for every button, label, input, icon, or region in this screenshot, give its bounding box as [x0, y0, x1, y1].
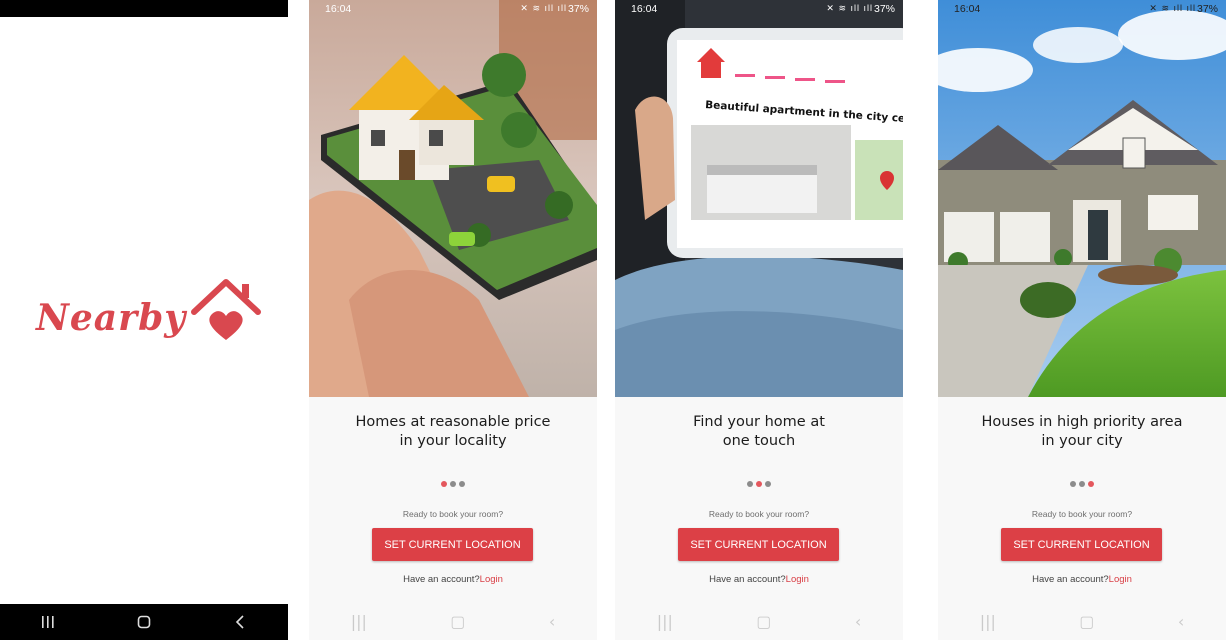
battery-level: 37% [1196, 3, 1218, 15]
back-icon[interactable] [228, 610, 252, 634]
login-link[interactable]: Login [480, 574, 503, 585]
onboarding-screen-3: 16:04 ✕ ≋ ıll ıll 37% Houses in high pri… [938, 0, 1226, 640]
back-icon: ‹ [854, 612, 862, 631]
recent-apps-icon: ||| [979, 612, 996, 631]
title-line-1: Houses in high priority area [981, 414, 1183, 430]
page-dot-2[interactable] [756, 481, 762, 487]
page-dot-1[interactable] [747, 481, 753, 487]
account-text: Have an account? [709, 574, 786, 585]
page-dot-3[interactable] [1088, 481, 1094, 487]
status-bar: 16:04 ✕ ≋ ıll ıll 37% [938, 0, 1226, 18]
account-prompt: Have an account?Login [938, 574, 1226, 585]
house-on-phone-image [309, 0, 597, 397]
status-bar: 16:04 ✕ ≋ ıll ıll 37% [615, 0, 903, 18]
signal-icons: ✕ ≋ ıll ıll [1149, 3, 1196, 13]
recent-apps-icon[interactable] [36, 610, 60, 634]
navigation-bar [0, 604, 288, 640]
set-current-location-button[interactable]: SET CURRENT LOCATION [678, 528, 839, 561]
home-icon: ▢ [1079, 612, 1095, 631]
house-heart-icon [191, 279, 262, 340]
status-bar [0, 0, 288, 17]
status-time: 16:04 [954, 3, 981, 15]
page-dot-1[interactable] [1070, 481, 1076, 487]
navigation-bar-ghost: ||| ▢ ‹ [938, 612, 1226, 631]
page-dot-2[interactable] [1079, 481, 1085, 487]
status-time: 16:04 [325, 3, 352, 15]
home-icon[interactable] [132, 610, 156, 634]
tablet-apartment-image: Beautiful apartment in the city centre [615, 0, 903, 397]
page-indicator [615, 481, 903, 487]
recent-apps-icon: ||| [350, 612, 367, 631]
ready-prompt: Ready to book your room? [708, 509, 810, 519]
status-time: 16:04 [631, 3, 658, 15]
back-icon: ‹ [548, 612, 556, 631]
recent-apps-icon: ||| [656, 612, 673, 631]
account-text: Have an account? [403, 574, 480, 585]
page-dot-2[interactable] [450, 481, 456, 487]
account-prompt: Have an account?Login [615, 574, 903, 585]
account-text: Have an account? [1032, 574, 1109, 585]
ready-prompt: Ready to book your room? [1031, 509, 1133, 519]
onboarding-screen-2: Beautiful apartment in the city centre 1… [615, 0, 903, 640]
ready-prompt: Ready to book your room? [402, 509, 504, 519]
title-line-2: in your locality [399, 433, 507, 449]
title-line-1: Find your home at [693, 414, 825, 430]
house-exterior-image [938, 0, 1226, 397]
home-icon: ▢ [450, 612, 466, 631]
onboarding-screen-1: 16:04 ✕ ≋ ıll ıll 37% Homes at reasonabl… [309, 0, 597, 640]
onboarding-title: Houses in high priority area in your cit… [938, 413, 1226, 451]
nearby-logo: Nearby [36, 276, 262, 340]
page-indicator [938, 481, 1226, 487]
login-link[interactable]: Login [786, 574, 809, 585]
page-dot-3[interactable] [459, 481, 465, 487]
signal-icons: ✕ ≋ ıll ıll [520, 3, 567, 13]
page-indicator [309, 481, 597, 487]
battery-level: 37% [567, 3, 589, 15]
logo-text: Nearby [36, 297, 187, 339]
home-icon: ▢ [756, 612, 772, 631]
page-dot-1[interactable] [441, 481, 447, 487]
splash-screen: Nearby [0, 0, 288, 640]
login-link[interactable]: Login [1109, 574, 1132, 585]
title-line-2: in your city [1041, 433, 1123, 449]
onboarding-title: Homes at reasonable price in your locali… [309, 413, 597, 451]
signal-icons: ✕ ≋ ıll ıll [826, 3, 873, 13]
back-icon: ‹ [1177, 612, 1185, 631]
battery-level: 37% [873, 3, 895, 15]
title-line-2: one touch [722, 433, 796, 449]
account-prompt: Have an account?Login [309, 574, 597, 585]
navigation-bar-ghost: ||| ▢ ‹ [615, 612, 903, 631]
onboarding-title: Find your home at one touch [615, 413, 903, 451]
title-line-1: Homes at reasonable price [355, 414, 551, 430]
set-current-location-button[interactable]: SET CURRENT LOCATION [1001, 528, 1162, 561]
navigation-bar-ghost: ||| ▢ ‹ [309, 612, 597, 631]
status-bar: 16:04 ✕ ≋ ıll ıll 37% [309, 0, 597, 18]
set-current-location-button[interactable]: SET CURRENT LOCATION [372, 528, 533, 561]
page-dot-3[interactable] [765, 481, 771, 487]
